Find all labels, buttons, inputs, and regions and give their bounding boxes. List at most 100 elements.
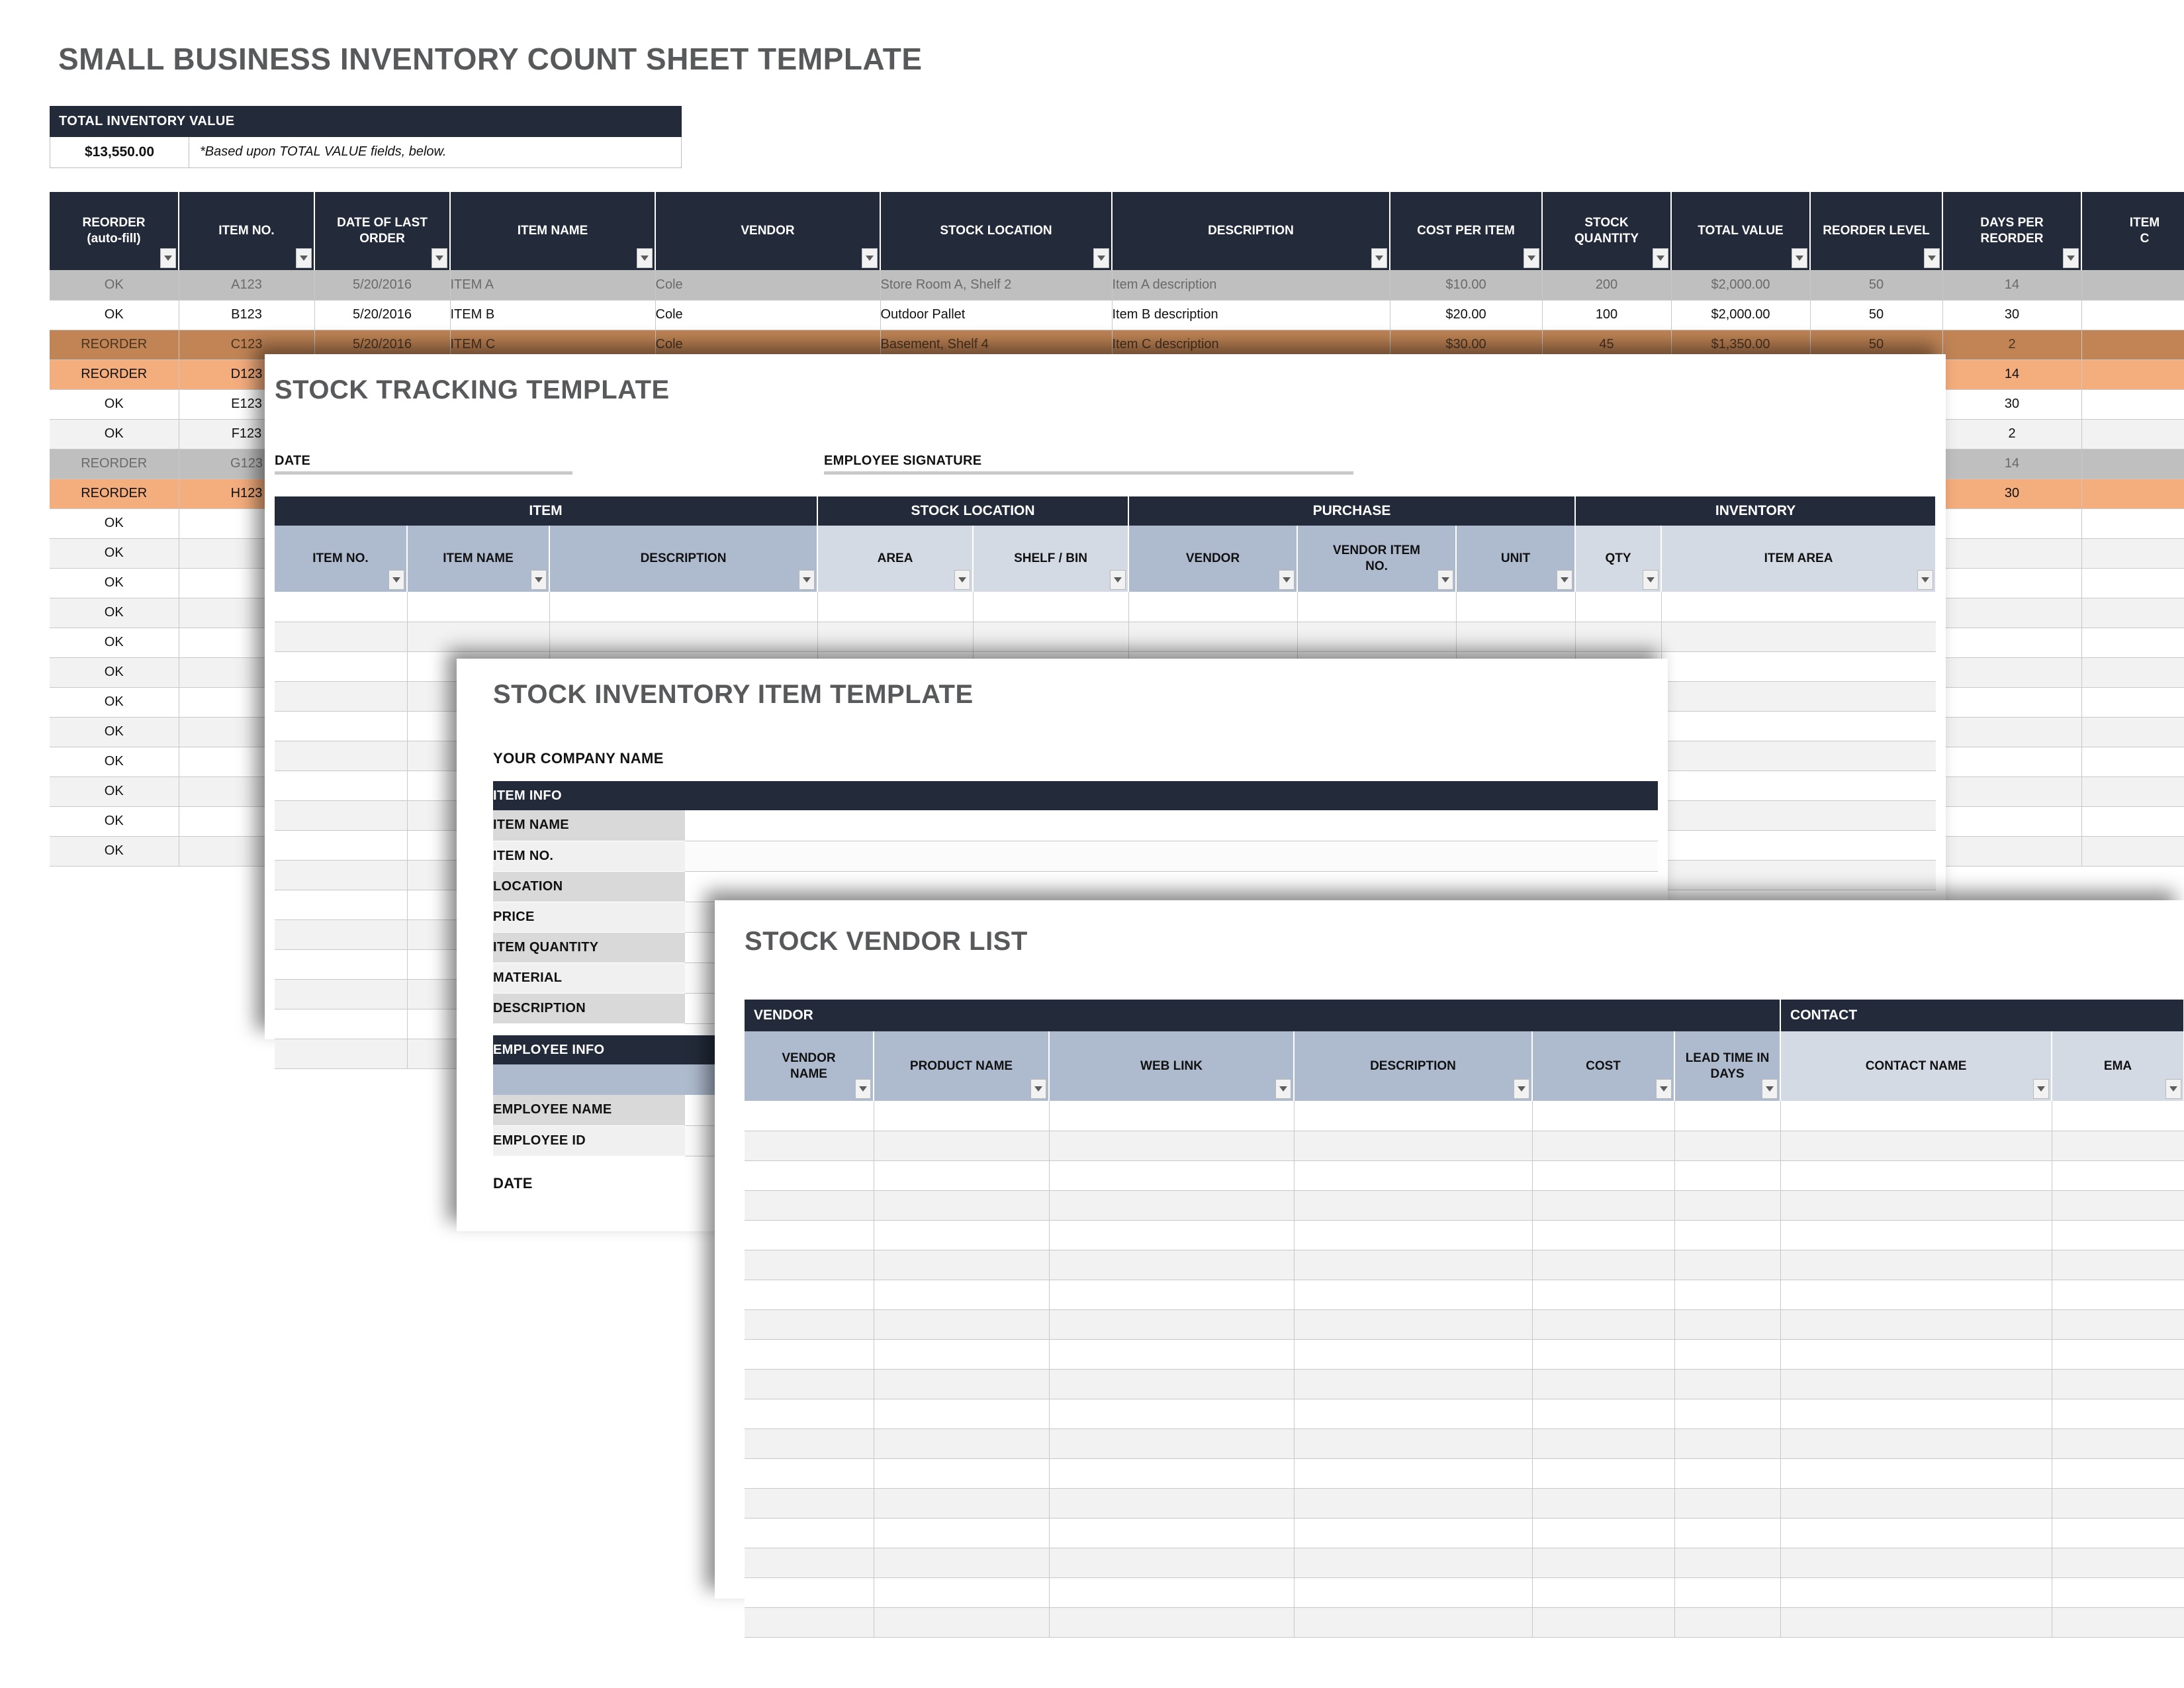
filter-dropdown-icon[interactable] <box>1110 570 1126 590</box>
stock-vendor-cell-contact-name[interactable] <box>1780 1577 2052 1608</box>
inventory-cell-reorder-auto-fill[interactable]: OK <box>50 657 179 688</box>
stock-vendor-cell-description[interactable] <box>1294 1399 1533 1429</box>
stock-vendor-row[interactable] <box>745 1429 2184 1459</box>
stock-vendor-cell-vendor-name[interactable] <box>745 1339 874 1370</box>
stock-tracking-cell-area[interactable] <box>817 622 974 652</box>
stock-vendor-cell-ema[interactable] <box>2052 1548 2184 1578</box>
stock-vendor-cell-ema[interactable] <box>2052 1280 2184 1310</box>
inventory-cell-days-per-reorder[interactable] <box>1942 508 2082 539</box>
stock-vendor-cell-cost[interactable] <box>1532 1280 1675 1310</box>
stock-vendor-cell-web-link[interactable] <box>1049 1429 1295 1459</box>
stock-vendor-cell-vendor-name[interactable] <box>745 1518 874 1548</box>
inventory-cell-vendor[interactable]: Cole <box>655 300 881 330</box>
inventory-cell-item-c[interactable] <box>2081 806 2184 837</box>
stock-vendor-cell-vendor-name[interactable] <box>745 1399 874 1429</box>
stock-vendor-cell-description[interactable] <box>1294 1429 1533 1459</box>
stock-vendor-cell-vendor-name[interactable] <box>745 1309 874 1340</box>
stock-vendor-cell-vendor-name[interactable] <box>745 1101 874 1131</box>
stock-vendor-cell-product-name[interactable] <box>874 1190 1050 1221</box>
filter-dropdown-icon[interactable] <box>432 248 447 268</box>
filter-dropdown-icon[interactable] <box>1093 248 1109 268</box>
stock-vendor-cell-lead-time-in-days[interactable] <box>1674 1518 1781 1548</box>
inventory-cell-days-per-reorder[interactable] <box>1942 598 2082 628</box>
filter-dropdown-icon[interactable] <box>1643 570 1659 590</box>
stock-vendor-cell-contact-name[interactable] <box>1780 1518 2052 1548</box>
filter-dropdown-icon[interactable] <box>637 248 653 268</box>
stock-vendor-row[interactable] <box>745 1518 2184 1548</box>
stock-vendor-cell-cost[interactable] <box>1532 1607 1675 1638</box>
stock-vendor-cell-web-link[interactable] <box>1049 1131 1295 1161</box>
stock-vendor-cell-contact-name[interactable] <box>1780 1607 2052 1638</box>
stock-tracking-cell-item-area[interactable] <box>1661 622 1936 652</box>
stock-vendor-cell-contact-name[interactable] <box>1780 1190 2052 1221</box>
stock-tracking-cell-unit[interactable] <box>1456 592 1576 622</box>
stock-tracking-cell-description[interactable] <box>549 622 818 652</box>
filter-dropdown-icon[interactable] <box>2063 248 2079 268</box>
inventory-cell-item-c[interactable] <box>2081 657 2184 688</box>
stock-vendor-cell-ema[interactable] <box>2052 1607 2184 1638</box>
inventory-cell-stock-quantity[interactable]: 100 <box>1542 300 1672 330</box>
inventory-cell-reorder-auto-fill[interactable]: REORDER <box>50 359 179 390</box>
stock-tracking-cell-item-no[interactable] <box>275 741 408 771</box>
stock-vendor-cell-product-name[interactable] <box>874 1518 1050 1548</box>
inventory-cell-description[interactable]: Item B description <box>1112 300 1390 330</box>
stock-vendor-cell-vendor-name[interactable] <box>745 1607 874 1638</box>
stock-vendor-cell-lead-time-in-days[interactable] <box>1674 1131 1781 1161</box>
inventory-cell-reorder-auto-fill[interactable]: REORDER <box>50 449 179 479</box>
stock-tracking-cell-item-no[interactable] <box>275 1009 408 1039</box>
stock-vendor-row[interactable] <box>745 1548 2184 1578</box>
item-info-row[interactable]: ITEM NO. <box>493 841 1658 872</box>
stock-tracking-cell-description[interactable] <box>549 592 818 622</box>
stock-vendor-cell-web-link[interactable] <box>1049 1488 1295 1519</box>
inventory-cell-item-name[interactable]: ITEM A <box>450 270 656 301</box>
stock-vendor-cell-description[interactable] <box>1294 1518 1533 1548</box>
stock-vendor-cell-lead-time-in-days[interactable] <box>1674 1548 1781 1578</box>
stock-tracking-cell-item-no[interactable] <box>275 979 408 1009</box>
stock-vendor-cell-ema[interactable] <box>2052 1160 2184 1191</box>
filter-dropdown-icon[interactable] <box>388 570 404 590</box>
inventory-cell-item-c[interactable] <box>2081 508 2184 539</box>
stock-vendor-cell-description[interactable] <box>1294 1369 1533 1399</box>
stock-vendor-cell-contact-name[interactable] <box>1780 1131 2052 1161</box>
stock-vendor-cell-cost[interactable] <box>1532 1548 1675 1578</box>
item-info-row[interactable]: LOCATION <box>493 871 1658 902</box>
stock-vendor-row[interactable] <box>745 1339 2184 1370</box>
stock-vendor-cell-description[interactable] <box>1294 1607 1533 1638</box>
stock-tracking-cell-item-area[interactable] <box>1661 830 1936 861</box>
inventory-cell-reorder-auto-fill[interactable]: OK <box>50 836 179 867</box>
stock-vendor-cell-product-name[interactable] <box>874 1607 1050 1638</box>
inventory-cell-cost-per-item[interactable]: $20.00 <box>1390 300 1543 330</box>
stock-tracking-cell-item-area[interactable] <box>1661 860 1936 890</box>
inventory-cell-vendor[interactable]: Cole <box>655 270 881 301</box>
inventory-cell-stock-quantity[interactable]: 200 <box>1542 270 1672 301</box>
filter-dropdown-icon[interactable] <box>1924 248 1940 268</box>
stock-vendor-row[interactable] <box>745 1488 2184 1519</box>
inventory-cell-days-per-reorder[interactable] <box>1942 747 2082 777</box>
stock-vendor-cell-description[interactable] <box>1294 1488 1533 1519</box>
stock-tracking-cell-item-no[interactable] <box>275 1039 408 1069</box>
stock-tracking-cell-item-name[interactable] <box>407 622 550 652</box>
stock-vendor-cell-product-name[interactable] <box>874 1101 1050 1131</box>
stock-vendor-cell-description[interactable] <box>1294 1548 1533 1578</box>
filter-dropdown-icon[interactable] <box>954 570 971 590</box>
stock-vendor-cell-web-link[interactable] <box>1049 1220 1295 1250</box>
filter-dropdown-icon[interactable] <box>1762 1079 1778 1099</box>
stock-tracking-cell-vendor[interactable] <box>1128 622 1298 652</box>
inventory-cell-reorder-auto-fill[interactable]: OK <box>50 419 179 449</box>
stock-vendor-cell-cost[interactable] <box>1532 1250 1675 1280</box>
stock-vendor-cell-lead-time-in-days[interactable] <box>1674 1190 1781 1221</box>
stock-vendor-cell-lead-time-in-days[interactable] <box>1674 1488 1781 1519</box>
stock-vendor-cell-product-name[interactable] <box>874 1131 1050 1161</box>
inventory-cell-days-per-reorder[interactable]: 14 <box>1942 270 2082 301</box>
stock-vendor-row[interactable] <box>745 1399 2184 1429</box>
stock-vendor-cell-ema[interactable] <box>2052 1131 2184 1161</box>
stock-vendor-row[interactable] <box>745 1369 2184 1399</box>
inventory-cell-total-value[interactable]: $2,000.00 <box>1671 300 1811 330</box>
stock-vendor-cell-product-name[interactable] <box>874 1250 1050 1280</box>
stock-tracking-cell-item-no[interactable] <box>275 890 408 920</box>
stock-tracking-cell-item-area[interactable] <box>1661 711 1936 741</box>
inventory-cell-item-c[interactable] <box>2081 747 2184 777</box>
stock-vendor-cell-description[interactable] <box>1294 1250 1533 1280</box>
filter-dropdown-icon[interactable] <box>1437 570 1454 590</box>
stock-vendor-cell-lead-time-in-days[interactable] <box>1674 1309 1781 1340</box>
